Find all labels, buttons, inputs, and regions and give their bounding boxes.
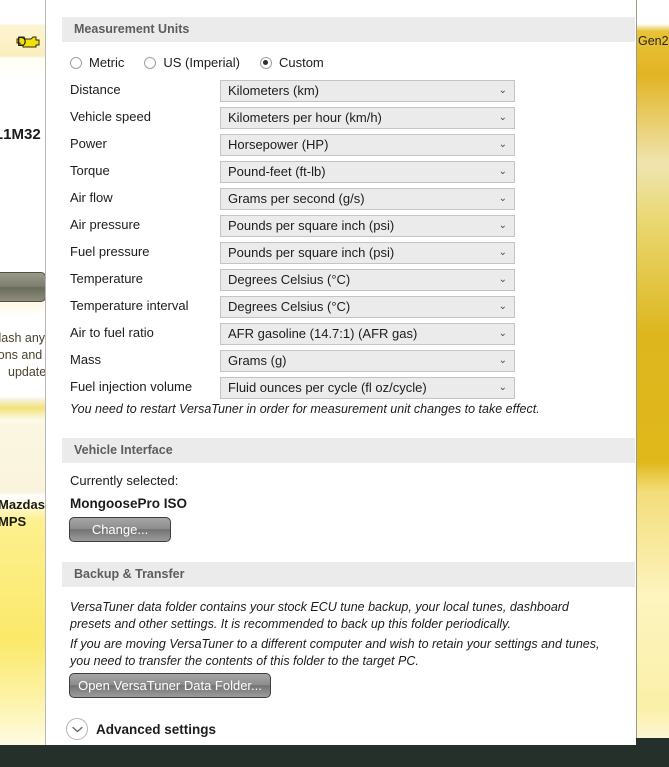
unit-row-torque: Torque Pound-feet (ft-lb) ⌄ bbox=[52, 161, 636, 183]
unit-select-air-pressure[interactable]: Pounds per square inch (psi) ⌄ bbox=[220, 215, 515, 237]
unit-row-vehicle-speed: Vehicle speed Kilometers per hour (km/h)… bbox=[52, 107, 636, 129]
chevron-down-icon: ⌄ bbox=[498, 382, 507, 393]
background-vehicle-line-2: MPS bbox=[0, 514, 27, 529]
unit-label-air-pressure: Air pressure bbox=[70, 217, 141, 232]
unit-select-power[interactable]: Horsepower (HP) ⌄ bbox=[220, 134, 515, 156]
change-interface-button[interactable]: Change... bbox=[69, 517, 171, 542]
unit-row-air-to-fuel-ratio: Air to fuel ratio AFR gasoline (14.7:1) … bbox=[52, 323, 636, 345]
screen: D L1M32 flash any ions and update Mazdas… bbox=[0, 0, 669, 767]
restart-required-note: You need to restart VersaTuner in order … bbox=[70, 402, 540, 416]
unit-select-temperature[interactable]: Degrees Celsius (°C) ⌄ bbox=[220, 269, 515, 291]
unit-select-mass-value: Grams (g) bbox=[228, 353, 287, 368]
unit-label-fuel-injection-volume: Fuel injection volume bbox=[70, 379, 193, 394]
radio-custom[interactable]: Custom bbox=[259, 55, 324, 70]
chevron-down-icon: ⌄ bbox=[498, 139, 507, 150]
chevron-down-icon: ⌄ bbox=[498, 328, 507, 339]
unit-select-temperature-interval-value: Degrees Celsius (°C) bbox=[228, 299, 351, 314]
unit-label-mass: Mass bbox=[70, 352, 102, 367]
chevron-down-icon: ⌄ bbox=[498, 274, 507, 285]
chevron-down-icon: ⌄ bbox=[498, 193, 507, 204]
unit-row-fuel-injection-volume: Fuel injection volume Fluid ounces per c… bbox=[52, 377, 636, 399]
unit-label-distance: Distance bbox=[70, 82, 121, 97]
background-right-column: Gen2 M bbox=[636, 0, 669, 767]
unit-select-air-flow-value: Grams per second (g/s) bbox=[228, 191, 365, 206]
selected-device-value: MongoosePro ISO bbox=[70, 496, 188, 511]
unit-select-vehicle-speed-value: Kilometers per hour (km/h) bbox=[228, 110, 382, 125]
unit-label-air-to-fuel-ratio: Air to fuel ratio bbox=[70, 325, 154, 340]
settings-page: Measurement Units Metric US (Imperial) C… bbox=[52, 0, 636, 745]
radio-metric[interactable]: Metric bbox=[70, 55, 124, 70]
unit-row-temperature-interval: Temperature interval Degrees Celsius (°C… bbox=[52, 296, 636, 318]
chevron-down-icon bbox=[66, 718, 88, 740]
unit-select-temperature-interval[interactable]: Degrees Celsius (°C) ⌄ bbox=[220, 296, 515, 318]
background-bottom-bar-right bbox=[636, 738, 669, 767]
unit-label-temperature: Temperature bbox=[70, 271, 143, 286]
radio-metric-indicator bbox=[70, 56, 82, 69]
backup-paragraph-1: VersaTuner data folder contains your sto… bbox=[70, 600, 569, 631]
chevron-down-icon: ⌄ bbox=[498, 247, 507, 258]
unit-row-power: Power Horsepower (HP) ⌄ bbox=[52, 134, 636, 156]
chevron-down-icon: ⌄ bbox=[498, 166, 507, 177]
unit-select-fuel-injection-volume-value: Fluid ounces per cycle (fl oz/cycle) bbox=[228, 380, 427, 395]
background-warning-line-2: ions and bbox=[0, 348, 43, 362]
advanced-settings-toggle[interactable]: Advanced settings bbox=[66, 718, 216, 740]
unit-select-vehicle-speed[interactable]: Kilometers per hour (km/h) ⌄ bbox=[220, 107, 515, 129]
unit-select-distance[interactable]: Kilometers (km) ⌄ bbox=[220, 80, 515, 102]
unit-preset-radio-group: Metric US (Imperial) Custom bbox=[70, 55, 344, 70]
unit-select-fuel-injection-volume[interactable]: Fluid ounces per cycle (fl oz/cycle) ⌄ bbox=[220, 377, 515, 399]
background-left-column: D L1M32 flash any ions and update Mazdas… bbox=[0, 0, 52, 767]
currently-selected-label: Currently selected: bbox=[70, 473, 179, 488]
unit-label-fuel-pressure: Fuel pressure bbox=[70, 244, 150, 259]
background-warning-line-3: update bbox=[8, 365, 47, 379]
background-right-tab-label: Gen2 M bbox=[638, 34, 669, 48]
unit-select-temperature-value: Degrees Celsius (°C) bbox=[228, 272, 351, 287]
unit-label-air-flow: Air flow bbox=[70, 190, 113, 205]
unit-label-temperature-interval: Temperature interval bbox=[70, 298, 189, 313]
unit-row-air-flow: Air flow Grams per second (g/s) ⌄ bbox=[52, 188, 636, 210]
unit-row-distance: Distance Kilometers (km) ⌄ bbox=[52, 80, 636, 102]
background-warning-line-1: flash any bbox=[0, 331, 46, 345]
unit-select-air-to-fuel-ratio[interactable]: AFR gasoline (14.7:1) (AFR gas) ⌄ bbox=[220, 323, 515, 345]
chevron-down-icon: ⌄ bbox=[498, 85, 507, 96]
background-tab-label: D bbox=[17, 34, 27, 49]
radio-us-imperial[interactable]: US (Imperial) bbox=[144, 55, 240, 70]
section-header-measurement-units: Measurement Units bbox=[62, 17, 635, 42]
unit-select-torque-value: Pound-feet (ft-lb) bbox=[228, 164, 326, 179]
chevron-down-icon: ⌄ bbox=[498, 301, 507, 312]
unit-label-vehicle-speed: Vehicle speed bbox=[70, 109, 151, 124]
unit-select-air-to-fuel-ratio-value: AFR gasoline (14.7:1) (AFR gas) bbox=[228, 326, 418, 341]
section-header-backup-transfer: Backup & Transfer bbox=[62, 562, 635, 587]
radio-custom-label: Custom bbox=[278, 55, 324, 70]
backup-paragraph-2: If you are moving VersaTuner to a differ… bbox=[70, 637, 600, 668]
section-header-vehicle-interface: Vehicle Interface bbox=[62, 438, 635, 463]
background-bottom-bar bbox=[0, 745, 669, 767]
radio-metric-label: Metric bbox=[89, 55, 125, 70]
unit-label-torque: Torque bbox=[70, 163, 110, 178]
chevron-down-icon: ⌄ bbox=[498, 220, 507, 231]
background-flash-button[interactable] bbox=[0, 272, 46, 302]
unit-select-power-value: Horsepower (HP) bbox=[228, 137, 329, 152]
unit-select-torque[interactable]: Pound-feet (ft-lb) ⌄ bbox=[220, 161, 515, 183]
unit-select-fuel-pressure-value: Pounds per square inch (psi) bbox=[228, 245, 395, 260]
open-data-folder-button[interactable]: Open VersaTuner Data Folder... bbox=[69, 673, 271, 698]
background-vin-text: L1M32 bbox=[0, 126, 41, 143]
unit-row-temperature: Temperature Degrees Celsius (°C) ⌄ bbox=[52, 269, 636, 291]
unit-select-air-pressure-value: Pounds per square inch (psi) bbox=[228, 218, 395, 233]
unit-row-air-pressure: Air pressure Pounds per square inch (psi… bbox=[52, 215, 636, 237]
unit-row-fuel-pressure: Fuel pressure Pounds per square inch (ps… bbox=[52, 242, 636, 264]
unit-select-distance-value: Kilometers (km) bbox=[228, 83, 320, 98]
unit-select-air-flow[interactable]: Grams per second (g/s) ⌄ bbox=[220, 188, 515, 210]
background-right-panel bbox=[637, 0, 669, 745]
unit-label-power: Power bbox=[70, 136, 107, 151]
radio-us-imperial-indicator bbox=[144, 56, 157, 69]
radio-us-imperial-label: US (Imperial) bbox=[163, 55, 240, 70]
chevron-down-icon: ⌄ bbox=[498, 355, 507, 366]
advanced-settings-label: Advanced settings bbox=[96, 721, 217, 737]
unit-row-mass: Mass Grams (g) ⌄ bbox=[52, 350, 636, 372]
unit-select-mass[interactable]: Grams (g) ⌄ bbox=[220, 350, 515, 372]
radio-custom-indicator bbox=[259, 56, 272, 69]
chevron-down-icon: ⌄ bbox=[498, 112, 507, 123]
unit-select-fuel-pressure[interactable]: Pounds per square inch (psi) ⌄ bbox=[220, 242, 515, 264]
